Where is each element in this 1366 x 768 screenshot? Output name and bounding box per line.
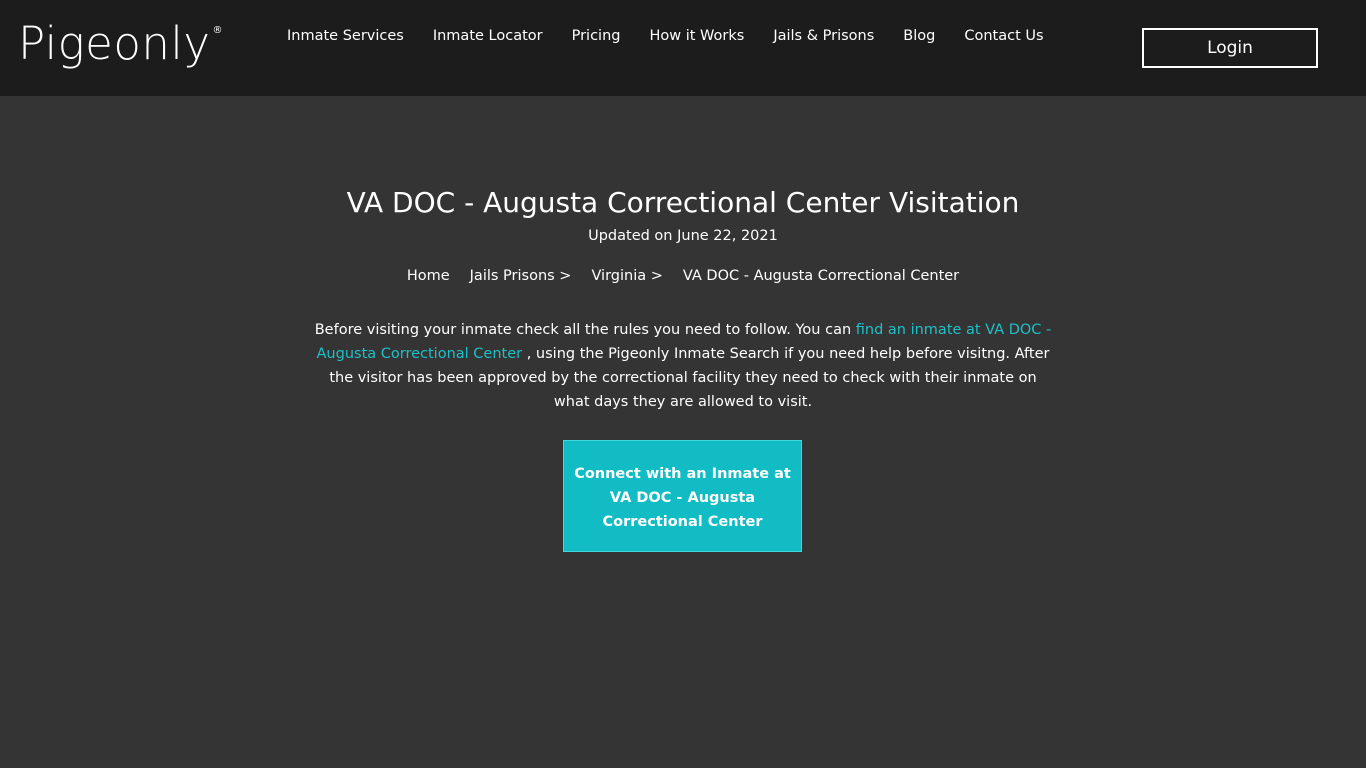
breadcrumb-jails-prisons[interactable]: Jails Prisons > [470,266,572,286]
nav-inmate-locator[interactable]: Inmate Locator [433,26,543,46]
top-navigation-bar: Pigeonly ® Inmate Services Inmate Locato… [0,0,1366,96]
breadcrumb-current: VA DOC - Augusta Correctional Center [682,268,960,284]
updated-date: Updated on June 22, 2021 [588,228,778,244]
nav-jails-prisons[interactable]: Jails & Prisons [773,26,874,46]
breadcrumb-virginia[interactable]: Virginia > [591,266,662,286]
pigeonly-logo[interactable]: Pigeonly ® [18,12,223,76]
nav-pricing[interactable]: Pricing [572,26,621,46]
nav-blog[interactable]: Blog [903,26,935,46]
nav-inmate-services[interactable]: Inmate Services [287,26,404,46]
main-content: VA DOC - Augusta Correctional Center Vis… [0,96,1366,768]
main-nav: Inmate Services Inmate Locator Pricing H… [287,26,1073,46]
logo-wordmark: Pigeonly [18,17,211,70]
nav-how-it-works[interactable]: How it Works [649,26,744,46]
login-button[interactable]: Login [1142,28,1318,68]
nav-contact-us[interactable]: Contact Us [964,26,1043,46]
breadcrumb: Home Jails Prisons > Virginia > VA DOC -… [0,266,1366,286]
breadcrumb-home[interactable]: Home [407,266,450,286]
connect-inmate-button[interactable]: Connect with an Inmate at VA DOC - Augus… [563,440,802,552]
registered-mark: ® [212,25,223,36]
intro-paragraph: Before visiting your inmate check all th… [310,318,1056,414]
intro-text-before: Before visiting your inmate check all th… [314,322,856,338]
page-title: VA DOC - Augusta Correctional Center Vis… [346,186,1020,219]
